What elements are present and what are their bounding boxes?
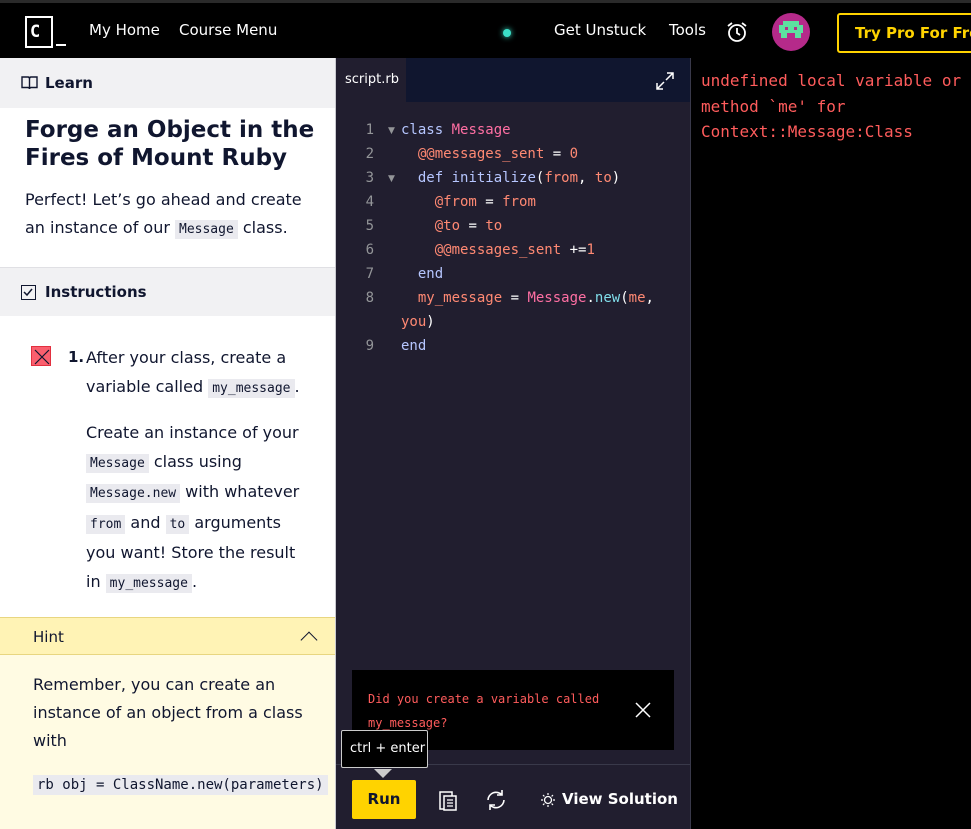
fold-icon[interactable]: ▼ (388, 119, 395, 143)
code-line: @@messages_sent = 0 (417, 146, 579, 162)
code-line: @@messages_sent +=1 (434, 242, 595, 258)
learn-panel: Learn Forge an Object in the Fires of Mo… (0, 58, 336, 829)
top-nav: C My Home Course Menu Get Unstuck Tools … (0, 0, 971, 58)
alarm-clock-icon[interactable] (725, 20, 749, 44)
code-line: end (417, 266, 444, 282)
code-line: @to = to (434, 218, 503, 234)
output-panel: undefined local variable or method `me' … (690, 58, 971, 829)
lesson-title: Forge an Object in the Fires of Mount Ru… (25, 117, 315, 171)
run-shortcut-tooltip: ctrl + enter (341, 730, 428, 768)
fold-icon[interactable]: ▼ (388, 167, 395, 191)
editor-tabbar: script.rb (336, 58, 690, 102)
avatar[interactable] (772, 13, 810, 51)
copy-to-clipboard-icon[interactable] (436, 788, 460, 812)
hint-toggle[interactable]: Hint (0, 617, 335, 655)
hint-label: Hint (33, 628, 64, 646)
try-pro-button[interactable]: Try Pro For Free (837, 13, 971, 53)
tab-script-rb[interactable]: script.rb (336, 58, 406, 102)
code-line: @from = from (434, 194, 536, 210)
tooltip-arrow (374, 769, 392, 778)
code-line: end (401, 338, 427, 354)
status-dot-icon (503, 29, 511, 37)
view-solution-label: View Solution (562, 790, 678, 808)
code-line: you) (401, 314, 435, 330)
code-line: my_message = Message.new(me, (417, 290, 654, 306)
run-button[interactable]: Run (352, 780, 416, 819)
inline-code: Message (175, 220, 238, 239)
nav-tools[interactable]: Tools (669, 21, 706, 39)
lightbulb-icon (541, 793, 555, 807)
hint-code: rb obj = ClassName.new(parameters) (33, 775, 328, 795)
task-failed-icon (31, 346, 51, 366)
task-text: After your class, create a variable call… (86, 348, 300, 593)
chevron-up-icon (300, 631, 318, 649)
hint-text: Remember, you can create an instance of … (33, 675, 303, 750)
toast-message: Did you create a variable called my_mess… (368, 692, 600, 730)
close-icon[interactable] (635, 702, 651, 718)
learn-header-label: Learn (45, 74, 93, 92)
code-line: def initialize(from, to) (417, 170, 621, 186)
codecademy-logo-icon[interactable]: C (25, 16, 66, 50)
code-editor[interactable]: script.rb 1 2 3 4 5 6 7 8 9 ▼ ▼ class Me… (336, 58, 690, 829)
nav-course-menu[interactable]: Course Menu (179, 21, 277, 39)
learn-header: Learn (0, 58, 335, 108)
lesson-intro: Perfect! Let’s go ahead and create an in… (25, 190, 302, 239)
hint-body: Remember, you can create an instance of … (0, 655, 335, 829)
expand-icon[interactable] (656, 72, 674, 90)
checkbox-icon (21, 285, 36, 300)
nav-my-home[interactable]: My Home (89, 21, 160, 39)
task-number: 1. (68, 348, 85, 366)
reset-icon[interactable] (484, 788, 508, 812)
instructions-header: Instructions (0, 267, 335, 316)
nav-get-unstuck[interactable]: Get Unstuck (554, 21, 646, 39)
instructions-header-label: Instructions (45, 283, 147, 301)
code-line: class Message (401, 122, 511, 138)
book-icon (21, 76, 38, 90)
error-output: undefined local variable or method `me' … (701, 71, 962, 141)
